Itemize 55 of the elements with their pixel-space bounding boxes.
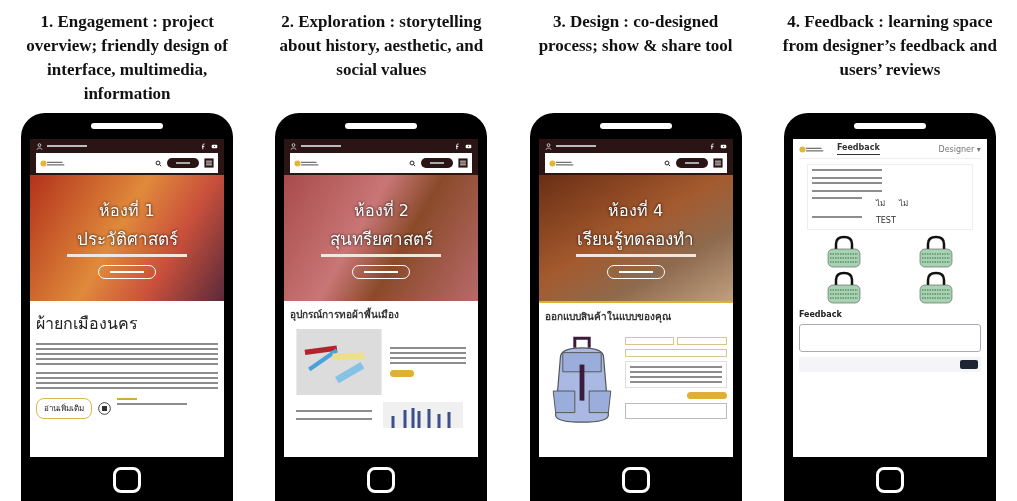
book-icon[interactable]	[98, 402, 112, 415]
facebook-icon[interactable]	[454, 142, 462, 150]
login-button[interactable]	[167, 158, 200, 168]
logo-icon[interactable]	[548, 158, 575, 168]
caption: 2. Exploration : storytelling about history, aesthetic, and social values	[278, 11, 485, 81]
menu-icon[interactable]	[458, 158, 469, 168]
hero-room-title: ห้องที่ 4	[608, 199, 664, 222]
nav-tab[interactable]: Feedback	[836, 143, 880, 155]
illegible-text-drawing	[117, 398, 188, 405]
search-icon[interactable]	[155, 159, 163, 167]
login-button[interactable]	[675, 158, 708, 168]
submit-button[interactable]	[959, 360, 978, 369]
input-field[interactable]	[624, 403, 727, 419]
user-icon	[544, 142, 552, 150]
input-field[interactable]	[624, 337, 675, 345]
section-heading: ออกแบบสินค้าในแบบของคุณ	[544, 309, 672, 324]
user-icon	[36, 142, 44, 150]
user-icon	[290, 142, 298, 150]
login-button[interactable]	[421, 158, 454, 168]
logo-icon[interactable]	[40, 158, 67, 168]
search-icon[interactable]	[663, 159, 671, 167]
facebook-icon[interactable]	[708, 142, 716, 150]
caption: 3. Design : co-designed process; show & share tool	[537, 11, 734, 57]
logo-icon[interactable]	[294, 158, 321, 168]
illegible-text-drawing	[811, 177, 882, 184]
home-button[interactable]	[621, 467, 650, 493]
input-field[interactable]	[677, 337, 727, 345]
menu-icon[interactable]	[204, 158, 215, 168]
video-icon[interactable]	[211, 142, 219, 150]
home-button[interactable]	[113, 467, 142, 493]
hero-room-title: ห้องที่ 1	[99, 199, 155, 222]
facebook-icon[interactable]	[200, 142, 208, 150]
hero-title: สุนทรียศาสตร์	[329, 227, 433, 252]
home-button[interactable]	[367, 467, 396, 493]
menu-icon[interactable]	[712, 158, 723, 168]
user-menu[interactable]: Designer ▾	[938, 144, 981, 154]
video-icon[interactable]	[465, 142, 473, 150]
home-button[interactable]	[875, 467, 904, 493]
hero-title: เรียนรู้ทดลองทำ	[577, 227, 695, 252]
feedback-field[interactable]	[798, 324, 981, 352]
table-cell: TEST	[875, 216, 896, 225]
caption: 1. Engagement : project overview; friendly design of interface, multimedia, information	[25, 11, 229, 105]
video-icon[interactable]	[719, 142, 727, 150]
hero-room-title: ห้องที่ 2	[353, 199, 409, 222]
caption: 4. Feedback : learning space from designer’s feedback and users’ reviews	[781, 11, 998, 81]
hero-title: ประวัติศาสตร์	[76, 227, 178, 251]
section-heading: อุปกรณ์การทอผ้าพื้นเมือง	[290, 307, 401, 322]
article-heading: ผ้ายกเมืองนคร	[36, 313, 140, 335]
field-label: Feedback	[798, 310, 843, 319]
search-icon[interactable]	[409, 159, 417, 167]
table-cell-text: ไม่	[898, 198, 908, 210]
logo-icon[interactable]	[798, 144, 825, 154]
read-more-button[interactable]: อ่านเพิ่มเติม	[36, 398, 93, 419]
input-field[interactable]	[624, 349, 727, 357]
table-cell-text: ไม่	[875, 198, 885, 210]
